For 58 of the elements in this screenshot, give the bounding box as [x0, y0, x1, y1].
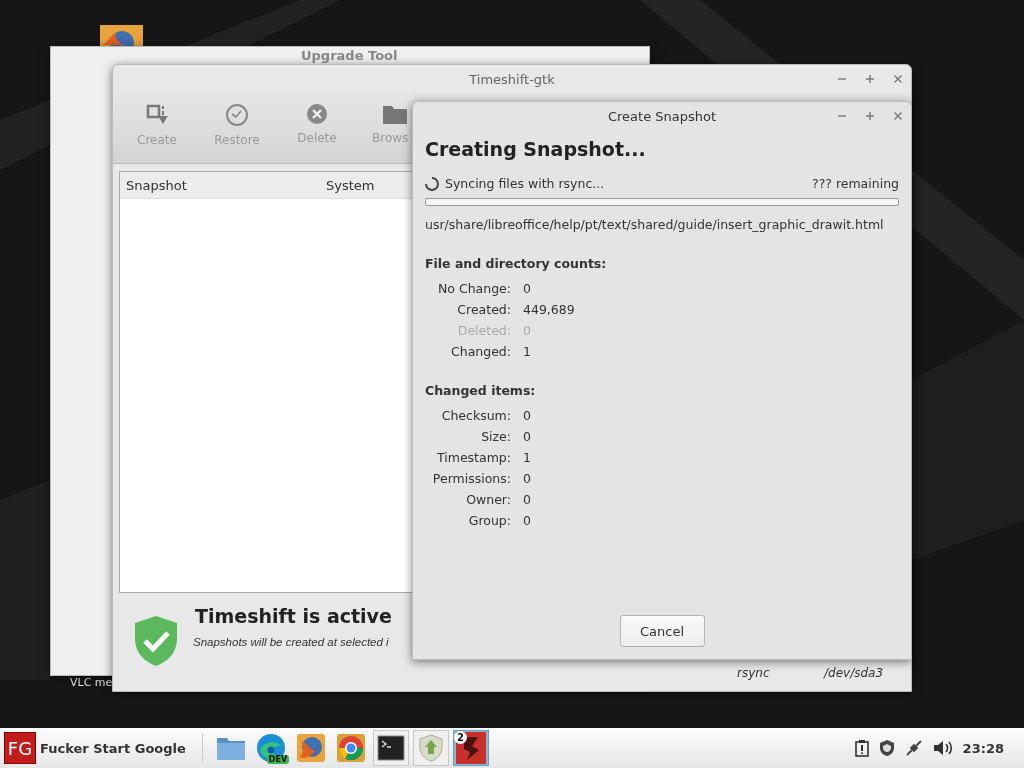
count-label: Permissions: [431, 471, 511, 486]
count-value: 0 [523, 281, 532, 296]
spinner-icon [425, 176, 439, 191]
taskbar-launcher[interactable]: 2 [452, 730, 489, 766]
folder-icon [382, 103, 408, 125]
time-remaining: ??? remaining [812, 176, 899, 191]
shield-icon[interactable] [878, 739, 895, 757]
device-label: /dev/sda3 [824, 666, 884, 680]
window-count-badge: 2 [453, 731, 467, 744]
shield-check-icon [133, 615, 179, 667]
count-label: Created: [456, 302, 511, 317]
clipboard-icon[interactable] [854, 739, 869, 757]
count-label: Changed: [450, 344, 511, 359]
count-value: 1 [523, 344, 532, 359]
maximize-icon[interactable] [865, 74, 875, 84]
dialog-title: Create Snapshot [607, 108, 717, 124]
snapshot-mode: rsync [737, 666, 770, 680]
section-heading: Changed items: [425, 383, 537, 398]
count-value: 0 [523, 408, 531, 423]
cancel-button[interactable]: Cancel [619, 615, 705, 647]
count-value: 0 [523, 323, 532, 338]
count-value: 0 [523, 513, 531, 528]
current-file-path: usr/share/libreoffice/help/pt/text/shared/guide/insert_graphic_drawit.html [425, 217, 885, 232]
close-icon[interactable] [893, 74, 903, 84]
count-value: 0 [523, 471, 531, 486]
taskbar-launcher[interactable]: DEV [252, 730, 289, 766]
start-logo-icon: FG [4, 732, 36, 764]
count-value: 0 [523, 492, 531, 507]
count-label: Size: [480, 429, 511, 444]
count-label: Checksum: [440, 408, 511, 423]
status-title: Timeshift is active [195, 605, 392, 627]
clock[interactable]: 23:28 [962, 740, 1004, 756]
delete-icon [306, 103, 328, 125]
count-value: 1 [523, 450, 531, 465]
plug-icon[interactable] [904, 739, 923, 757]
icon-badge: DEV [266, 755, 290, 764]
count-label: No Change: [436, 281, 511, 296]
count-label: Owner: [465, 492, 511, 507]
window-title: Upgrade Tool [301, 48, 398, 63]
count-label: Deleted: [456, 323, 511, 338]
column-header[interactable]: Snapshot [120, 177, 326, 193]
column-header[interactable]: System [326, 177, 375, 193]
activity-text: Syncing files with rsync... [445, 176, 606, 191]
desktop-icon-label[interactable]: VLC me [70, 676, 113, 689]
count-value: 0 [523, 429, 531, 444]
count-value: 449,689 [523, 302, 575, 317]
dialog-heading: Creating Snapshot... [425, 138, 647, 160]
close-icon[interactable] [893, 111, 903, 121]
desktop-app-icon[interactable] [100, 25, 143, 46]
window-title: Timeshift-gtk [469, 71, 555, 87]
section-heading: File and directory counts: [425, 256, 608, 271]
start-button[interactable]: FG Fucker Start Google [0, 728, 190, 768]
status-message: Snapshots will be created at selected i [193, 636, 389, 648]
volume-icon[interactable] [932, 740, 953, 756]
maximize-icon[interactable] [865, 111, 875, 121]
clock-icon [225, 103, 249, 127]
count-label: Timestamp: [436, 450, 511, 465]
count-label: Group: [467, 513, 511, 528]
